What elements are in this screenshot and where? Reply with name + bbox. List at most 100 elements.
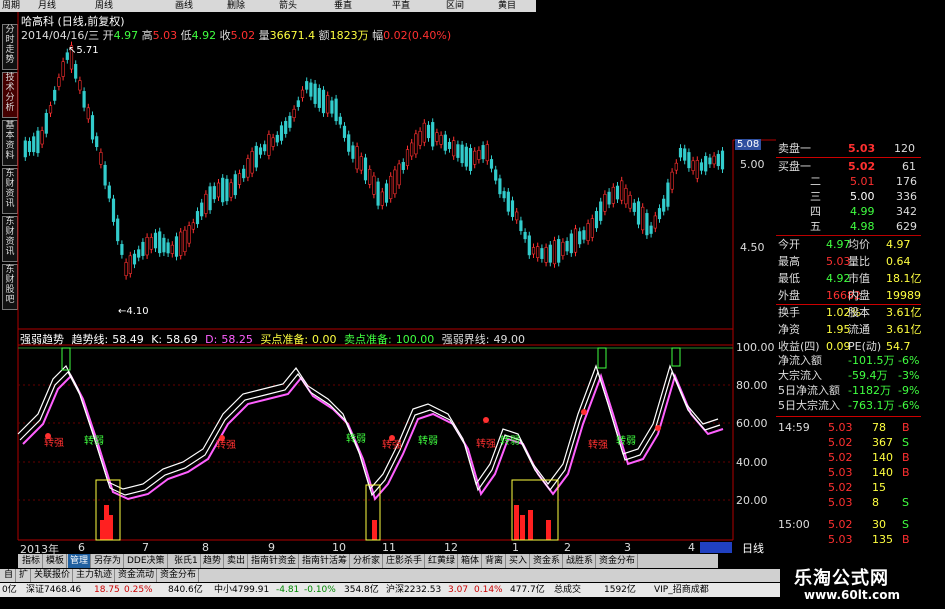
formula-tabs: 指标 模板 管理 另存为 DDE决策 张氏1 趋势 卖出 指南针资金 指南针活筹 分析家 庄影杀手 红黄… [18, 554, 718, 568]
tick-row: 5.02 15 [776, 481, 921, 495]
candle-body [267, 134, 271, 156]
status-hs-chg: 3.07 [448, 585, 469, 595]
candle-body [53, 89, 57, 101]
formula-tab[interactable]: 管理 [68, 554, 92, 568]
signal-bar [528, 510, 533, 540]
tag-strong-3: 转强 [382, 440, 402, 451]
candle-body [531, 247, 536, 255]
formula-tab[interactable]: 资金系 [531, 554, 564, 568]
formula-tab[interactable]: 分析家 [351, 554, 384, 568]
tick-row: 5.02 140 B [776, 451, 921, 465]
candle-body [99, 152, 103, 165]
formula-tab[interactable]: 指南针活筹 [300, 554, 351, 568]
formula-tab[interactable]: 卖出 [225, 554, 249, 568]
candles-group [23, 41, 725, 280]
candle-body [23, 140, 27, 158]
flow-row: 净流入额 -101.5万 -6% [776, 354, 921, 368]
tick-time: 14:59 [778, 421, 810, 434]
candle-body [225, 178, 229, 202]
sell-label: 卖点准备: [344, 333, 392, 346]
candle-body [393, 169, 397, 195]
candle-body [649, 225, 653, 234]
formula-tab[interactable]: 买入 [507, 554, 531, 568]
flow-label: 5日大宗流入 [778, 399, 840, 412]
price-axis-current: 5.08 [735, 139, 762, 150]
formula-tab[interactable]: 战胜系 [564, 554, 597, 568]
status-account[interactable]: VIP_招商成都 [654, 583, 709, 597]
formula-tab[interactable]: 指标 [20, 554, 44, 568]
tag-strong-5: 转强 [588, 440, 608, 451]
tag-strong-1: 转强 [44, 438, 64, 449]
candle-body [195, 211, 200, 225]
candle-body [536, 246, 540, 258]
formula-tab[interactable]: DDE决策 [125, 554, 168, 568]
formula-tab[interactable]: 红黄绿 [426, 554, 459, 568]
quote-panel: 卖盘一 5.03 120 买盘一 5.02 61 二 5.01 176 三 5.… [776, 138, 922, 556]
panel-tab[interactable]: 资金流动 [116, 569, 158, 582]
formula-tab[interactable]: 模板 [44, 554, 68, 568]
candle-body [372, 175, 376, 195]
candle-body [510, 200, 515, 217]
tick-row: 5.03 140 B [776, 466, 921, 480]
bound-value: 49.00 [493, 333, 525, 346]
signal-bar [514, 505, 519, 540]
scroll-thumb[interactable] [700, 542, 732, 553]
formula-tab[interactable]: 另存为 [92, 554, 125, 568]
time-label-10: 10 [332, 541, 346, 554]
time-label-6: 6 [78, 541, 85, 554]
tick-price: 5.03 [828, 533, 853, 546]
candle-body [292, 108, 296, 118]
candle-body [515, 211, 519, 221]
panel-tab[interactable]: 自 [2, 569, 17, 582]
flow-row: 5日大宗流入 -763.1万 -6% [776, 399, 921, 413]
panel-tab[interactable]: 资金分布 [158, 569, 200, 582]
candle-body [246, 158, 250, 178]
candle-body [57, 77, 61, 87]
candle-body [506, 191, 510, 212]
candle-body [200, 202, 204, 217]
status-sz-chg: 18.75 [94, 585, 120, 595]
candle-body [309, 82, 313, 97]
candle-body [678, 147, 683, 158]
candle-body [216, 182, 221, 198]
stats-row: 今开 4.97 均价 4.97 [776, 238, 921, 252]
candle-body [321, 89, 326, 114]
flow-val: -101.5万 [848, 354, 895, 367]
panel-tab[interactable]: 关联报价 [32, 569, 74, 582]
tick-side: B [902, 533, 910, 546]
flow-row: 5日净流入额 -1182万 -9% [776, 384, 921, 398]
tick-vol: 140 [872, 466, 893, 479]
flow-pct: -6% [898, 399, 920, 412]
candle-body [708, 157, 712, 165]
formula-tab[interactable]: 箱体 [459, 554, 483, 568]
candle-body [166, 242, 170, 254]
formula-tab[interactable]: 庄影杀手 [384, 554, 426, 568]
panel-tab[interactable]: 扩 [17, 569, 32, 582]
panel-tab[interactable]: 主力轨迹 [74, 569, 116, 582]
tick-side: S [902, 496, 909, 509]
candle-body [410, 142, 414, 157]
ind-axis-100: 100.00 [736, 341, 775, 354]
candle-body [704, 156, 708, 172]
candle-body [443, 134, 447, 151]
formula-tab[interactable]: 指南针资金 [249, 554, 300, 568]
candle-body [162, 237, 166, 253]
candle-body [338, 116, 342, 125]
stats-l2: PE(动) [848, 340, 882, 353]
buy-price-3: 5.00 [850, 190, 875, 203]
candle-body [271, 137, 275, 147]
stats-v2: 3.61亿 [886, 306, 922, 319]
formula-tab[interactable]: 资金分布 [597, 554, 639, 568]
period-label[interactable]: 日线 [742, 540, 764, 556]
tick-side: B [902, 466, 910, 479]
formula-tab[interactable]: 趋势 [201, 554, 225, 568]
tick-time: 15:00 [778, 518, 810, 531]
candle-body [326, 95, 330, 114]
candle-body [582, 230, 586, 240]
stats-v2: 4.97 [886, 238, 911, 251]
status-zx-pct: -0.10% [304, 585, 336, 595]
formula-tab[interactable]: 背离 [483, 554, 507, 568]
formula-tab[interactable]: 张氏1 [172, 554, 201, 568]
candle-body [158, 231, 162, 254]
stats-v2: 3.61亿 [886, 323, 922, 336]
